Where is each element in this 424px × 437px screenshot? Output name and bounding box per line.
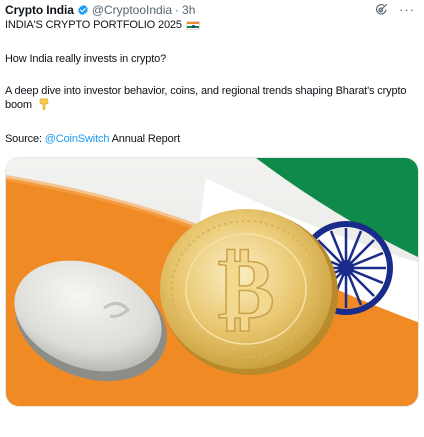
separator-dot: ·: [175, 3, 180, 17]
tweet-headline: INDIA'S CRYPTO PORTFOLIO 2025: [5, 19, 182, 31]
source-prefix: Source:: [5, 133, 45, 145]
author-name[interactable]: Crypto India: [5, 3, 74, 17]
tweet-source: Source: @CoinSwitch Annual Report: [5, 132, 417, 146]
source-suffix: Annual Report: [109, 133, 181, 145]
bitcoin-on-india-flag-photo: ₿: [6, 158, 418, 406]
svg-text:₿: ₿: [217, 238, 274, 339]
india-flag-emoji: [185, 20, 200, 30]
tweet-headline-line: INDIA'S CRYPTO PORTFOLIO 2025: [5, 18, 417, 32]
grok-icon[interactable]: [374, 2, 389, 17]
source-mention-link[interactable]: @CoinSwitch: [45, 133, 110, 145]
tweet-description: A deep dive into investor behavior, coin…: [5, 85, 407, 111]
tweet-description-wrap: A deep dive into investor behavior, coin…: [5, 84, 417, 114]
author-handle[interactable]: @CryptooIndia: [92, 3, 172, 17]
timestamp[interactable]: 3h: [182, 3, 195, 17]
header-actions: ···: [374, 2, 415, 17]
verified-badge-icon: [77, 4, 88, 16]
backhand-index-pointing-down-emoji: [39, 98, 49, 112]
more-icon[interactable]: ···: [399, 3, 415, 16]
tweet-media-image[interactable]: ₿: [5, 157, 419, 407]
tweet-question: How India really invests in crypto?: [5, 53, 167, 65]
tweet-header: Crypto India @CryptooIndia · 3h ···: [5, 2, 419, 18]
